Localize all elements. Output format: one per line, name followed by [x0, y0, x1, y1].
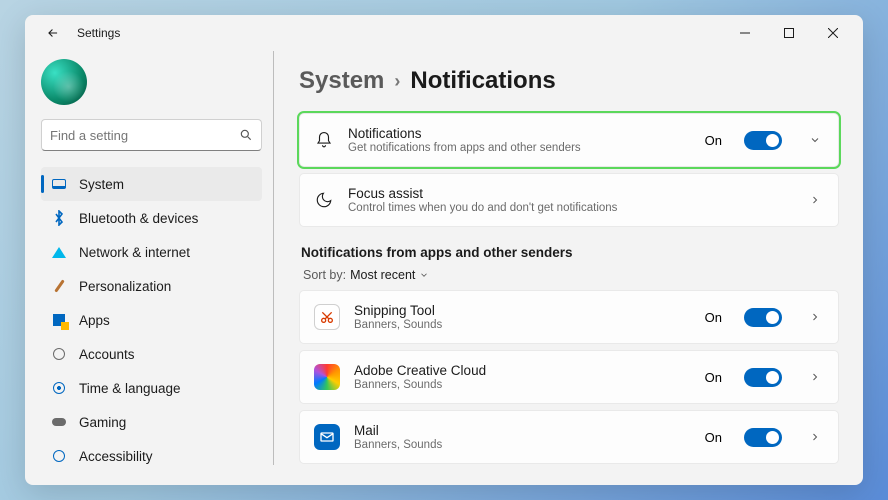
app-name: Mail	[354, 423, 691, 438]
sidebar-divider	[273, 51, 274, 465]
navigate-button[interactable]	[806, 311, 824, 323]
sidebar-item-system[interactable]: System	[41, 167, 262, 201]
chevron-right-icon	[809, 194, 821, 206]
chevron-down-icon	[419, 270, 429, 280]
focus-assist-card[interactable]: Focus assist Control times when you do a…	[299, 173, 839, 227]
card-subtitle: Control times when you do and don't get …	[348, 202, 782, 214]
app-name: Snipping Tool	[354, 303, 691, 318]
app-notification-row[interactable]: Mail Banners, Sounds On	[299, 410, 839, 464]
sidebar-item-apps[interactable]: Apps	[41, 303, 262, 337]
bluetooth-icon	[51, 210, 67, 226]
close-button[interactable]	[811, 17, 855, 49]
sort-control[interactable]: Sort by: Most recent	[303, 268, 839, 282]
sidebar-item-label: Bluetooth & devices	[79, 211, 198, 226]
sidebar-item-network[interactable]: Network & internet	[41, 235, 262, 269]
bell-icon	[314, 130, 334, 150]
app-notification-row[interactable]: Snipping Tool Banners, Sounds On	[299, 290, 839, 344]
card-texts: Adobe Creative Cloud Banners, Sounds	[354, 363, 691, 391]
app-notification-row[interactable]: Adobe Creative Cloud Banners, Sounds On	[299, 350, 839, 404]
sidebar-item-accessibility[interactable]: Accessibility	[41, 439, 262, 473]
moon-icon	[314, 190, 334, 210]
back-button[interactable]	[41, 21, 65, 45]
chevron-right-icon	[809, 431, 821, 443]
card-texts: Snipping Tool Banners, Sounds	[354, 303, 691, 331]
app-name: Adobe Creative Cloud	[354, 363, 691, 378]
search-icon	[239, 128, 253, 142]
sidebar: System Bluetooth & devices Network & int…	[25, 51, 275, 485]
mail-icon	[314, 424, 340, 450]
settings-window: Settings System Bluetooth & devices Netw…	[25, 15, 863, 485]
notifications-master-card[interactable]: Notifications Get notifications from app…	[299, 113, 839, 167]
creative-cloud-icon	[314, 364, 340, 390]
app-sub: Banners, Sounds	[354, 379, 691, 391]
sidebar-item-label: Personalization	[79, 279, 171, 294]
search-box[interactable]	[41, 119, 262, 151]
navigate-button[interactable]	[806, 371, 824, 383]
notifications-toggle[interactable]	[744, 131, 782, 150]
toggle-state-label: On	[705, 370, 722, 385]
app-toggle[interactable]	[744, 368, 782, 387]
toggle-state-label: On	[705, 430, 722, 445]
minimize-button[interactable]	[723, 17, 767, 49]
globe-clock-icon	[51, 380, 67, 396]
card-texts: Mail Banners, Sounds	[354, 423, 691, 451]
wifi-icon	[51, 244, 67, 260]
sidebar-item-time[interactable]: Time & language	[41, 371, 262, 405]
chevron-right-icon	[809, 311, 821, 323]
gamepad-icon	[51, 414, 67, 430]
chevron-right-icon: ›	[394, 71, 400, 92]
sidebar-item-label: System	[79, 177, 124, 192]
app-sub: Banners, Sounds	[354, 319, 691, 331]
navigate-button[interactable]	[806, 194, 824, 206]
navigate-button[interactable]	[806, 431, 824, 443]
chevron-right-icon	[809, 371, 821, 383]
sort-label: Sort by:	[303, 268, 346, 282]
maximize-button[interactable]	[767, 17, 811, 49]
brush-icon	[51, 278, 67, 294]
avatar	[41, 59, 87, 105]
section-title: Notifications from apps and other sender…	[301, 245, 839, 260]
app-toggle[interactable]	[744, 308, 782, 327]
chevron-down-icon	[809, 134, 821, 146]
content: System › Notifications Notifications Get…	[275, 51, 863, 485]
toggle-state-label: On	[705, 133, 722, 148]
window-title: Settings	[77, 26, 120, 40]
window-controls	[723, 17, 855, 49]
sidebar-item-label: Network & internet	[79, 245, 190, 260]
card-texts: Focus assist Control times when you do a…	[348, 186, 782, 214]
accessibility-icon	[51, 448, 67, 464]
breadcrumb-parent[interactable]: System	[299, 67, 384, 95]
sidebar-item-personalization[interactable]: Personalization	[41, 269, 262, 303]
arrow-left-icon	[46, 26, 60, 40]
card-title: Notifications	[348, 126, 691, 141]
person-icon	[51, 346, 67, 362]
toggle-state-label: On	[705, 310, 722, 325]
page-title: Notifications	[410, 67, 555, 95]
app-sub: Banners, Sounds	[354, 439, 691, 451]
expand-button[interactable]	[806, 134, 824, 146]
nav-list: System Bluetooth & devices Network & int…	[41, 167, 262, 473]
card-title: Focus assist	[348, 186, 782, 201]
snipping-tool-icon	[314, 304, 340, 330]
sidebar-item-bluetooth[interactable]: Bluetooth & devices	[41, 201, 262, 235]
sidebar-item-label: Gaming	[79, 415, 126, 430]
card-subtitle: Get notifications from apps and other se…	[348, 142, 691, 154]
breadcrumb: System › Notifications	[299, 67, 839, 95]
sort-value: Most recent	[350, 268, 415, 282]
sidebar-item-label: Accessibility	[79, 449, 153, 464]
sidebar-item-label: Time & language	[79, 381, 181, 396]
sidebar-item-label: Apps	[79, 313, 110, 328]
sidebar-item-label: Accounts	[79, 347, 135, 362]
sidebar-item-accounts[interactable]: Accounts	[41, 337, 262, 371]
apps-icon	[51, 312, 67, 328]
app-toggle[interactable]	[744, 428, 782, 447]
sidebar-item-gaming[interactable]: Gaming	[41, 405, 262, 439]
user-block[interactable]	[41, 59, 262, 105]
search-input[interactable]	[50, 128, 239, 143]
body: System Bluetooth & devices Network & int…	[25, 51, 863, 485]
display-icon	[51, 176, 67, 192]
titlebar: Settings	[25, 15, 863, 51]
card-texts: Notifications Get notifications from app…	[348, 126, 691, 154]
